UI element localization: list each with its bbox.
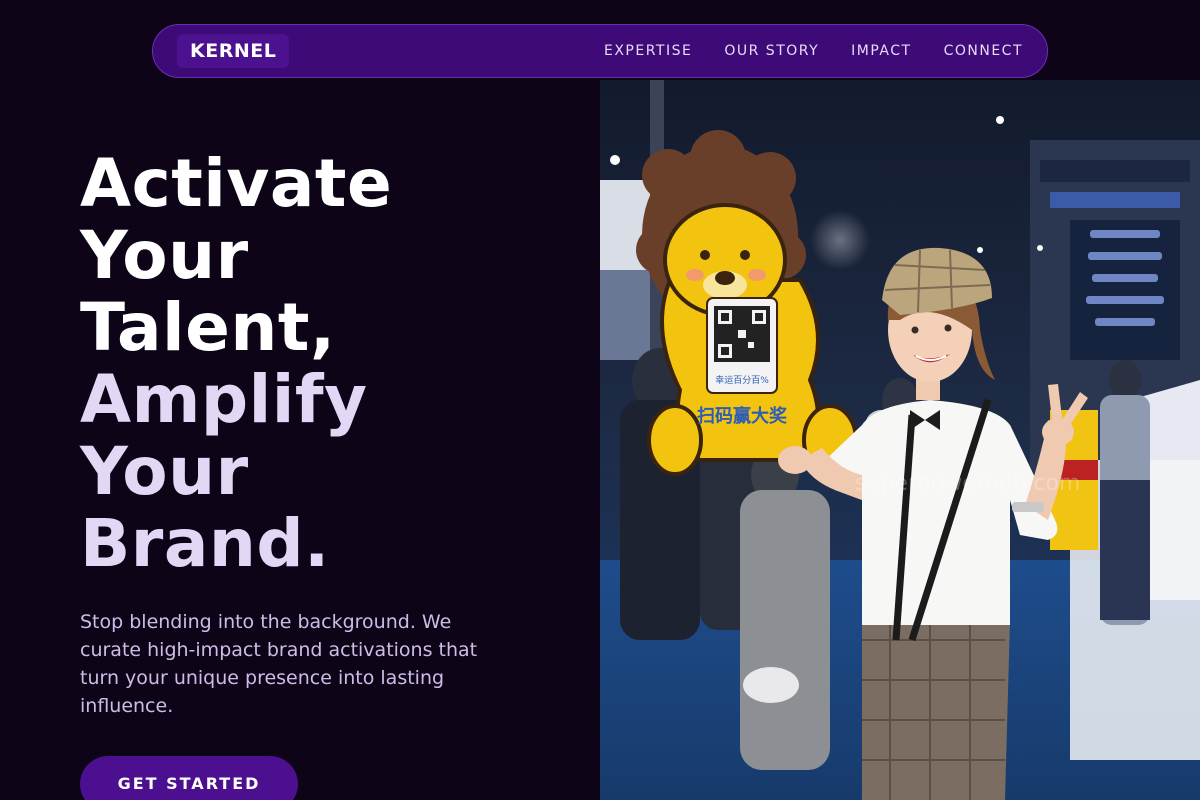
- nav-link-connect[interactable]: CONNECT: [944, 43, 1023, 59]
- headline-line: Brand.: [80, 505, 330, 582]
- photo-person-holding-mascot-sign-icon: 幸运百分百% 扫码赢大奖 superpowerhub.com: [600, 80, 1200, 800]
- get-started-button[interactable]: GET STARTED: [80, 756, 298, 800]
- headline-line: Your: [80, 217, 249, 294]
- headline-line: Activate: [80, 145, 393, 222]
- hero-photo: 幸运百分百% 扫码赢大奖 superpowerhub.com: [600, 80, 1200, 800]
- sign-text: 幸运百分百%: [715, 375, 769, 386]
- nav-links: EXPERTISE OUR STORY IMPACT CONNECT: [604, 43, 1023, 59]
- headline-line: Amplify: [80, 361, 368, 438]
- headline-line: Your: [80, 433, 249, 510]
- nav-link-impact[interactable]: IMPACT: [851, 43, 911, 59]
- watermark-text: superpowerhub.com: [855, 471, 1080, 496]
- hero-subtitle: Stop blending into the background. We cu…: [80, 611, 478, 717]
- top-navigation: KERNEL EXPERTISE OUR STORY IMPACT CONNEC…: [152, 24, 1048, 78]
- page: KERNEL EXPERTISE OUR STORY IMPACT CONNEC…: [0, 0, 1200, 800]
- hero-headline: Activate Your Talent, Amplify Your Brand…: [80, 148, 580, 580]
- brand-logo[interactable]: KERNEL: [177, 34, 290, 68]
- nav-link-expertise[interactable]: EXPERTISE: [604, 43, 692, 59]
- hero-text: Activate Your Talent, Amplify Your Brand…: [80, 148, 580, 720]
- sign-text: 扫码赢大奖: [697, 405, 788, 427]
- nav-link-our-story[interactable]: OUR STORY: [724, 43, 819, 59]
- headline-line: Talent,: [80, 289, 336, 366]
